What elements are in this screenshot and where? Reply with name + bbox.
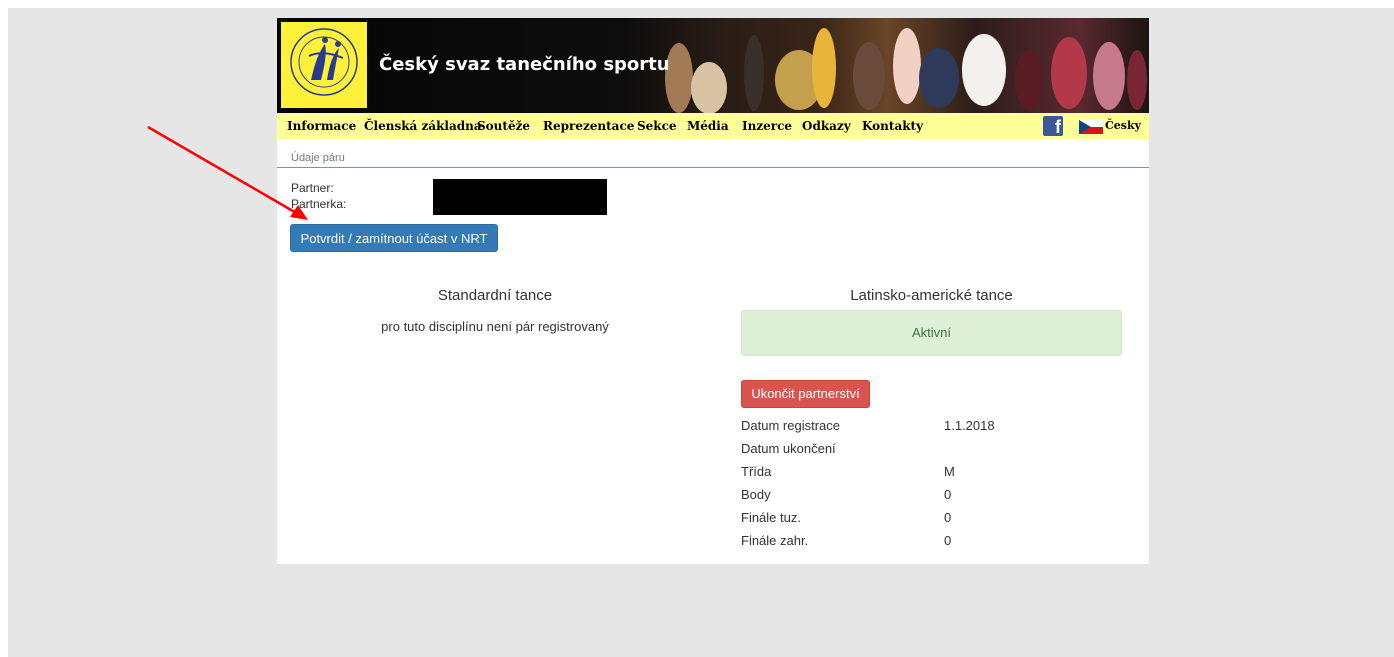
standard-not-registered-note: pro tuto disciplínu není pár registrovan… (381, 319, 609, 334)
content-panel: Český svaz tanečního sportu Informace Čl… (277, 18, 1149, 564)
nav-item-inzerce[interactable]: Inzerce (742, 119, 792, 133)
czech-flag-icon[interactable] (1079, 120, 1103, 134)
nav-item-clenska-zakladna[interactable]: Členská základna (364, 119, 482, 133)
facebook-icon[interactable]: f (1043, 116, 1063, 136)
status-badge: Aktivní (741, 310, 1122, 356)
detail-value-finals-domestic: 0 (944, 510, 952, 525)
nav-item-sekce[interactable]: Sekce (637, 119, 677, 133)
nav-item-kontakty[interactable]: Kontakty (862, 119, 923, 133)
detail-label-finals-domestic: Finále tuz. (741, 510, 801, 525)
detail-value-registration-date: 1.1.2018 (944, 418, 995, 433)
nav-item-reprezentace[interactable]: Reprezentace (543, 119, 634, 133)
nav-item-odkazy[interactable]: Odkazy (802, 119, 851, 133)
dancers-photo (665, 28, 1147, 113)
redacted-names (433, 179, 607, 215)
main-navigation: Informace Členská základna Soutěže Repre… (277, 113, 1149, 139)
site-title[interactable]: Český svaz tanečního sportu (379, 54, 670, 75)
latin-title: Latinsko-americké tance (850, 287, 1013, 304)
detail-label-finals-abroad: Finále zahr. (741, 533, 809, 548)
detail-label-points: Body (741, 487, 771, 502)
csts-logo[interactable] (281, 22, 367, 108)
detail-label-end-date: Datum ukončení (741, 441, 836, 456)
partnerka-label: Partnerka: (291, 197, 347, 211)
nav-item-informace[interactable]: Informace (287, 119, 356, 133)
detail-label-registration-date: Datum registrace (741, 418, 840, 433)
nav-item-media[interactable]: Média (687, 119, 729, 133)
language-selector[interactable]: Česky (1105, 119, 1141, 132)
detail-value-points: 0 (944, 487, 952, 502)
detail-value-finals-abroad: 0 (944, 533, 952, 548)
confirm-nrt-button[interactable]: Potvrdit / zamítnout účast v NRT (290, 224, 498, 252)
detail-label-class: Třída (741, 464, 772, 479)
nav-item-souteze[interactable]: Soutěže (477, 119, 530, 133)
standard-title: Standardní tance (437, 287, 553, 304)
partner-label: Partner: (291, 181, 334, 195)
detail-value-class: M (944, 464, 955, 479)
breadcrumb-divider (277, 167, 1149, 168)
end-partnership-button[interactable]: Ukončit partnerství (741, 380, 870, 408)
header-banner: Český svaz tanečního sportu (277, 18, 1149, 113)
page-background: Český svaz tanečního sportu Informace Čl… (8, 8, 1394, 657)
breadcrumb: Údaje páru (291, 152, 345, 164)
logo-emblem-icon (281, 22, 367, 108)
